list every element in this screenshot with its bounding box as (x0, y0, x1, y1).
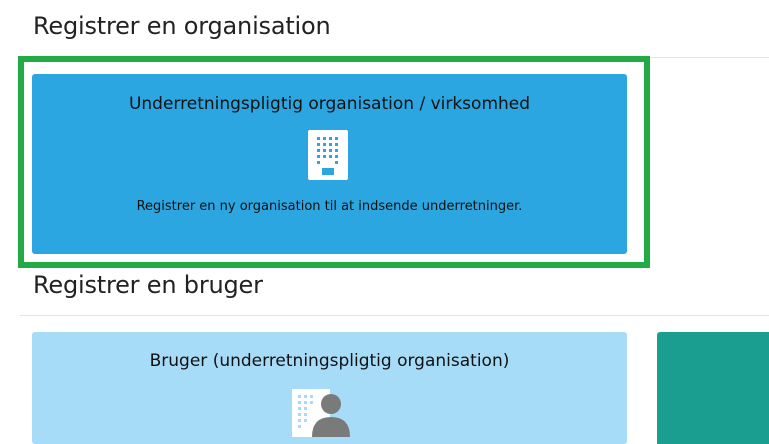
register-user-card[interactable]: Bruger (underretningspligtig organisatio… (32, 332, 627, 444)
section-title-user: Registrer en bruger (33, 271, 263, 299)
building-icon (308, 130, 348, 180)
card-title: Bruger (underretningspligtig organisatio… (149, 351, 510, 371)
section-title-organisation: Registrer en organisation (33, 12, 331, 40)
section-divider (20, 315, 769, 316)
user-building-icon (292, 389, 350, 437)
register-organisation-card[interactable]: Underretningspligtig organisation / virk… (32, 74, 627, 254)
card-description: Registrer en ny organisation til at inds… (136, 199, 523, 214)
card-title: Underretningspligtig organisation / virk… (128, 94, 531, 114)
register-user-card-secondary[interactable] (657, 332, 769, 444)
